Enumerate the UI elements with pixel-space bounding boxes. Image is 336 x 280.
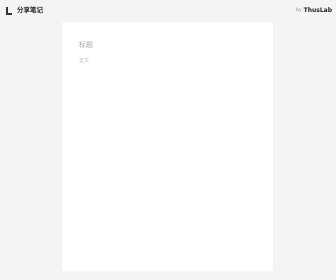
- top-bar: 分享笔记 by ThusLab: [0, 0, 336, 22]
- logo-shape-bottom: [6, 13, 12, 15]
- app-title: 分享笔记: [17, 6, 43, 14]
- brand-credit[interactable]: by ThusLab: [296, 6, 332, 15]
- note-body-input[interactable]: [79, 58, 254, 258]
- page: 分享笔记 by ThusLab: [0, 0, 336, 280]
- app-logo-icon: [6, 7, 12, 15]
- note-title-input[interactable]: [79, 40, 254, 50]
- brand-prefix: by: [296, 8, 302, 13]
- brand-name: ThusLab: [303, 7, 332, 14]
- note-editor-card: [62, 22, 273, 271]
